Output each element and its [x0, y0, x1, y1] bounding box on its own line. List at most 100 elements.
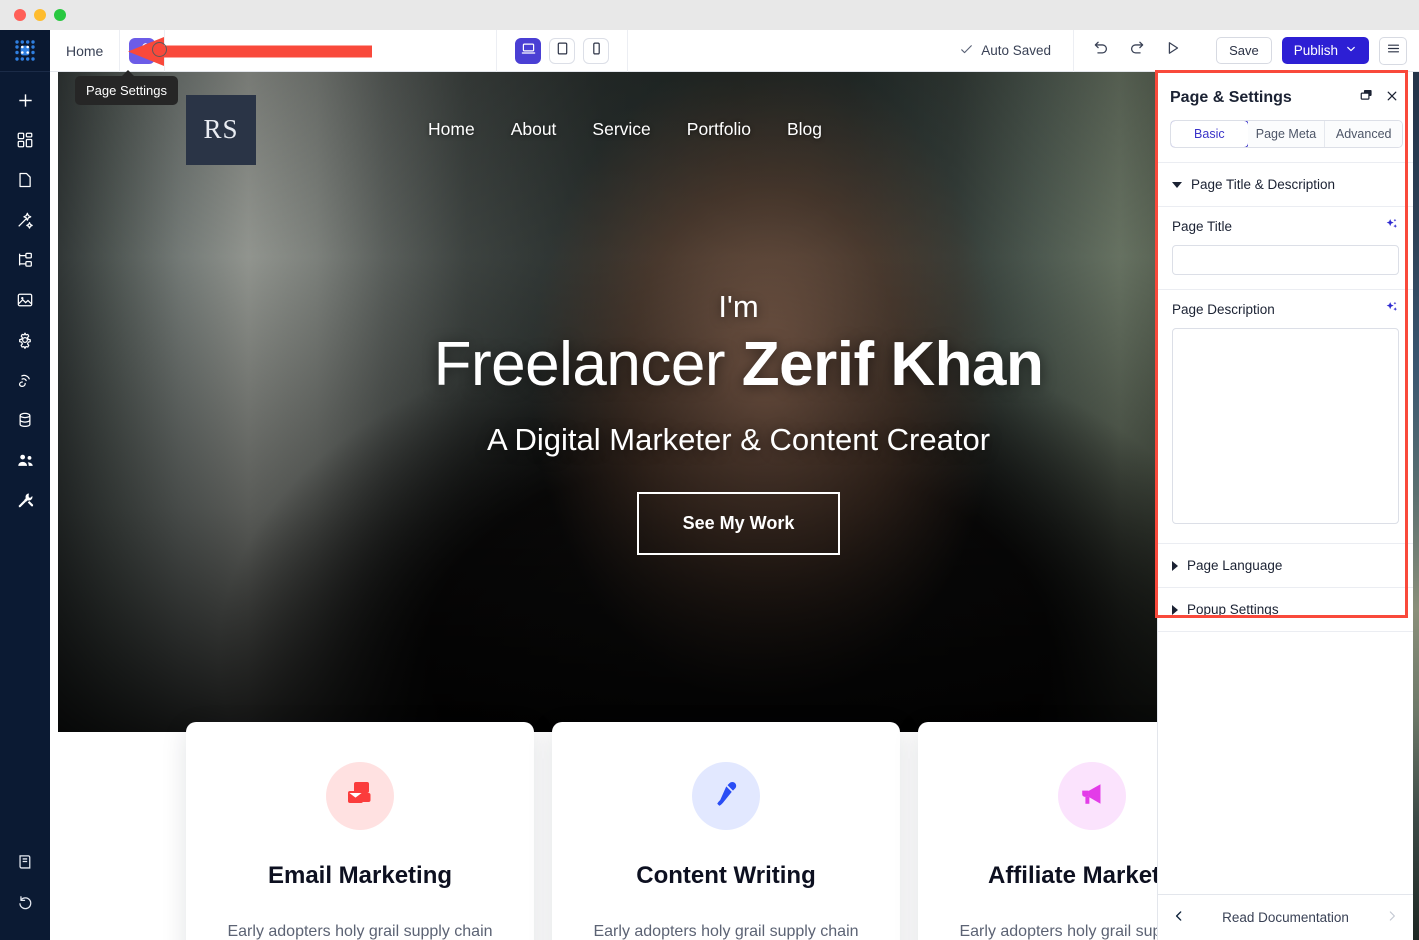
sidebar-item-tools[interactable]	[0, 480, 50, 520]
sidebar-item-interactions[interactable]	[0, 360, 50, 400]
app-grid-logo[interactable]	[0, 30, 50, 72]
site-menu-item-blog[interactable]: Blog	[787, 119, 822, 140]
panel-footer: Read Documentation	[1158, 894, 1413, 940]
page-title-input[interactable]	[1172, 245, 1399, 275]
sidebar-item-pages[interactable]	[0, 160, 50, 200]
chevron-right-icon[interactable]	[1385, 909, 1399, 926]
history-controls	[1073, 29, 1200, 72]
main-menu-button[interactable]	[1379, 36, 1407, 65]
panel-header-actions	[1359, 88, 1399, 108]
sidebar-item-add[interactable]	[0, 80, 50, 120]
page-scrollbar[interactable]	[1415, 72, 1419, 940]
tab-basic[interactable]: Basic	[1171, 121, 1249, 147]
mobile-icon	[589, 41, 604, 61]
section-label: Page Language	[1187, 558, 1283, 573]
magic-wand-icon	[16, 211, 34, 229]
site-menu-item-service[interactable]: Service	[592, 119, 650, 140]
sitemap-icon	[16, 251, 34, 269]
left-sidebar	[0, 30, 50, 940]
sidebar-item-settings[interactable]	[0, 320, 50, 360]
cursor-indicator	[152, 42, 167, 57]
tools-icon	[16, 491, 35, 510]
sidebar-item-structure[interactable]	[0, 240, 50, 280]
publish-button[interactable]: Publish	[1281, 37, 1369, 64]
section-page-title-description[interactable]: Page Title & Description	[1158, 162, 1413, 207]
read-documentation-link[interactable]: Read Documentation	[1222, 910, 1349, 925]
sidebar-item-design[interactable]	[0, 200, 50, 240]
page-title-label: Page Title	[1172, 219, 1233, 234]
book-icon	[16, 853, 34, 871]
section-label: Page Title & Description	[1191, 177, 1336, 192]
site-menu-item-home[interactable]: Home	[428, 119, 475, 140]
preview-button[interactable]	[1164, 39, 1182, 62]
panel-title: Page & Settings	[1170, 89, 1292, 106]
page-description-label: Page Description	[1172, 302, 1275, 317]
device-tablet-button[interactable]	[549, 37, 576, 64]
undo-button[interactable]	[1092, 39, 1110, 62]
signal-icon	[16, 371, 34, 389]
device-preview-switcher	[496, 29, 629, 72]
close-window-button[interactable]	[14, 9, 26, 21]
database-icon	[16, 411, 34, 429]
service-card-body: Early adopters holy grail supply chain a…	[593, 923, 859, 940]
sidebar-item-data[interactable]	[0, 400, 50, 440]
service-card-title: Email Marketing	[267, 862, 453, 889]
section-page-language[interactable]: Page Language	[1158, 544, 1413, 588]
section-label: Popup Settings	[1187, 602, 1279, 617]
panel-tabs: Basic Page Meta Advanced	[1170, 120, 1403, 148]
site-menu-item-about[interactable]: About	[511, 119, 557, 140]
hero-title-light: Freelancer	[433, 330, 742, 400]
site-logo[interactable]: RS	[186, 94, 256, 165]
zoom-window-button[interactable]	[54, 9, 66, 21]
hero-title-bold: Zerif Khan	[741, 330, 1044, 400]
panel-header: Page & Settings	[1158, 72, 1413, 120]
hamburger-icon	[1386, 41, 1401, 61]
copy-icon[interactable]	[1359, 88, 1374, 108]
autosave-label: Auto Saved	[981, 43, 1052, 58]
sidebar-item-documentation[interactable]	[0, 842, 50, 882]
revert-clock-icon	[16, 893, 34, 911]
sidebar-item-media[interactable]	[0, 280, 50, 320]
service-card[interactable]: Content Writing Early adopters holy grai…	[552, 722, 900, 940]
users-icon	[16, 451, 35, 470]
chevron-down-icon	[1345, 43, 1357, 58]
hero-subtitle: A Digital Marketer & Content Creator	[486, 421, 991, 457]
breadcrumb-home[interactable]: Home	[50, 29, 121, 72]
ai-sparkle-icon[interactable]	[1385, 300, 1399, 319]
desktop-icon	[521, 41, 536, 61]
toolbar-actions: Save Publish	[1200, 30, 1419, 72]
device-desktop-button[interactable]	[515, 37, 542, 64]
page-description-textarea[interactable]	[1172, 328, 1399, 524]
hero-cta-button[interactable]: See My Work	[636, 491, 841, 555]
caret-right-icon	[1172, 604, 1178, 615]
traffic-lights	[14, 9, 66, 21]
sidebar-bottom-items	[0, 842, 50, 940]
tab-page-meta[interactable]: Page Meta	[1247, 121, 1326, 147]
sidebar-item-widgets[interactable]	[0, 120, 50, 160]
megaphone-icon	[1076, 778, 1108, 815]
panel-spacer	[1158, 632, 1413, 894]
page-description-label-row: Page Description	[1172, 300, 1399, 319]
email-stack-icon	[343, 777, 377, 816]
minimize-window-button[interactable]	[34, 9, 46, 21]
redo-button[interactable]	[1128, 39, 1146, 62]
page-icon	[16, 171, 34, 189]
autosave-status: Auto Saved	[959, 42, 1073, 60]
chevron-left-icon[interactable]	[1172, 909, 1186, 926]
site-menu: Home About Service Portfolio Blog	[428, 119, 822, 140]
close-icon[interactable]	[1385, 89, 1399, 108]
device-mobile-button[interactable]	[583, 37, 610, 64]
blocks-icon	[16, 131, 34, 149]
sidebar-item-users[interactable]	[0, 440, 50, 480]
image-icon	[16, 291, 34, 309]
megaphone-icon-wrap	[1058, 762, 1126, 830]
caret-down-icon	[1172, 181, 1182, 188]
sidebar-item-history[interactable]	[0, 882, 50, 922]
tab-advanced[interactable]: Advanced	[1325, 121, 1402, 147]
ai-sparkle-icon[interactable]	[1385, 217, 1399, 236]
service-card[interactable]: Email Marketing Early adopters holy grai…	[186, 722, 534, 940]
field-page-description: Page Description	[1158, 290, 1413, 544]
site-menu-item-portfolio[interactable]: Portfolio	[687, 119, 751, 140]
save-button[interactable]: Save	[1216, 37, 1272, 64]
section-popup-settings[interactable]: Popup Settings	[1158, 588, 1413, 632]
